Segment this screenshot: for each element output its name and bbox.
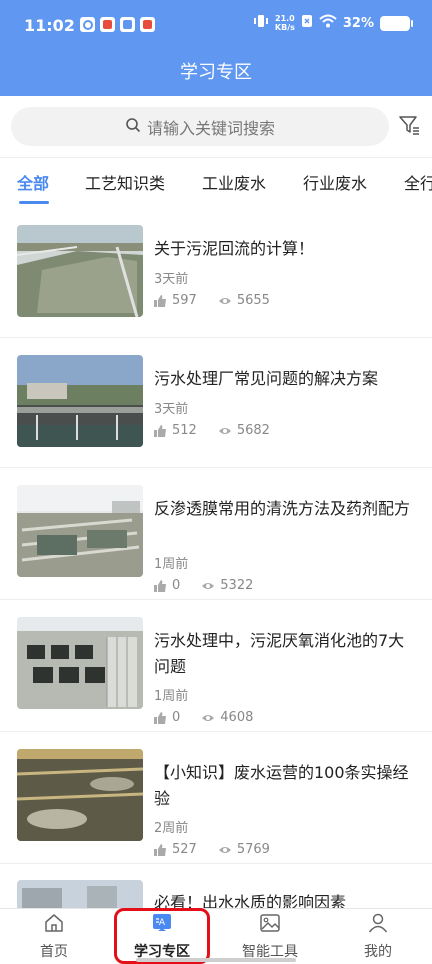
list-item[interactable]: 必看！出水水质的影响因素 [0,864,432,908]
nav-profile-label: 我的 [364,944,392,960]
eye-icon [218,427,231,434]
like-count: 0 [172,578,181,593]
network-speed-unit: KB/s [274,23,295,32]
article-stats: 0 5322 [154,578,253,593]
article-thumbnail [17,880,143,908]
tab-all-sectors[interactable]: 全行 [404,170,432,194]
page-title: 学习专区 [180,62,252,83]
eye-icon [202,714,215,721]
eye-icon [218,297,231,304]
wifi-icon [319,14,337,32]
view-count: 5769 [236,842,270,857]
mail-icon [120,17,135,32]
article-time: 3天前 [154,402,189,417]
list-item[interactable]: 污水处理厂常见问题的解决方案 3天前 512 5682 [0,338,432,468]
article-thumbnail [17,355,143,447]
notify-app-icon [140,17,155,32]
article-title: 必看！出水水质的影响因素 [154,893,347,908]
status-time: 11:02 [24,16,75,35]
like-count: 0 [172,710,181,725]
notify-app-icon [100,17,115,32]
thumbs-up-icon [154,579,166,592]
list-item[interactable]: 反渗透膜常用的清洗方法及药剂配方 1周前 0 5322 [0,468,432,600]
article-stats: 527 5769 [154,842,270,857]
network-speed: 21.0 KB/s [275,14,295,32]
article-time: 3天前 [154,272,189,287]
nav-profile[interactable]: 我的 [324,909,432,964]
sim-icon [301,14,313,32]
status-right: 21.0 KB/s 32% [253,14,413,32]
article-title: 关于污泥回流的计算！ [154,239,315,258]
list-item[interactable]: 污水处理中，污泥厌氧消化池的7大问题 1周前 0 4608 [0,600,432,732]
battery-icon [380,15,413,31]
thumbs-up-icon [154,424,166,437]
app-header: 11:02 21.0 KB/s 32% 学习专区 [0,0,432,96]
article-list: 关于污泥回流的计算！ 3天前 597 5655 污水处理厂常见问题的解决方案 3… [0,208,432,908]
like-count: 597 [172,293,197,308]
view-count: 5682 [236,423,270,438]
nav-home[interactable]: 首页 [0,909,108,964]
category-tabs: 全部 工艺知识类 工业废水 行业废水 全行 [0,158,432,208]
view-count: 4608 [220,710,254,725]
filter-icon[interactable] [398,114,420,136]
search-icon [125,117,141,137]
article-time: 1周前 [154,689,189,704]
article-title: 污水处理中，污泥厌氧消化池的7大问题 [154,631,405,676]
home-icon [45,914,63,932]
tab-industrial-wastewater[interactable]: 工业废水 [202,170,266,194]
network-speed-value: 21.0 [275,14,295,23]
article-thumbnail [17,225,143,317]
article-stats: 597 5655 [154,293,270,308]
user-icon [368,913,388,933]
eye-icon [202,582,215,589]
article-thumbnail [17,749,143,841]
home-indicator [136,958,296,962]
search-input[interactable]: 请输入关键词搜索 [11,107,389,146]
battery-percent: 32% [342,15,374,31]
like-count: 512 [172,423,197,438]
tab-sector-wastewater[interactable]: 行业废水 [303,170,367,194]
image-tools-icon [260,914,280,932]
list-item[interactable]: 【小知识】废水运营的100条实操经验 2周前 527 5769 [0,732,432,864]
bottom-nav: 首页 A 学习专区 智能工具 我的 [0,908,432,964]
eye-icon [218,846,231,853]
notification-icons [80,17,155,32]
nav-home-label: 首页 [40,944,68,960]
article-time: 2周前 [154,821,189,836]
active-tab-indicator [19,201,49,204]
tab-all[interactable]: 全部 [17,170,49,194]
tab-process-knowledge[interactable]: 工艺知识类 [85,170,165,194]
article-time: 1周前 [154,557,189,572]
article-stats: 0 4608 [154,710,253,725]
article-title: 【小知识】废水运营的100条实操经验 [154,763,409,808]
thumbs-up-icon [154,711,166,724]
nav-tools[interactable]: 智能工具 [216,909,324,964]
search-bar: 请输入关键词搜索 [0,96,432,158]
article-title: 反渗透膜常用的清洗方法及药剂配方 [154,499,411,518]
vibrate-icon [253,14,269,32]
thumbs-up-icon [154,294,166,307]
search-placeholder: 请输入关键词搜索 [146,118,275,138]
like-count: 527 [172,842,197,857]
view-count: 5655 [236,293,270,308]
article-stats: 512 5682 [154,423,270,438]
highlight-annotation [114,908,210,964]
article-title: 污水处理厂常见问题的解决方案 [154,369,379,388]
notify-app-icon [80,17,95,32]
list-item[interactable]: 关于污泥回流的计算！ 3天前 597 5655 [0,208,432,338]
view-count: 5322 [220,578,254,593]
article-thumbnail [17,617,143,709]
thumbs-up-icon [154,843,166,856]
article-thumbnail [17,485,143,577]
status-bar: 11:02 21.0 KB/s 32% [0,0,432,50]
